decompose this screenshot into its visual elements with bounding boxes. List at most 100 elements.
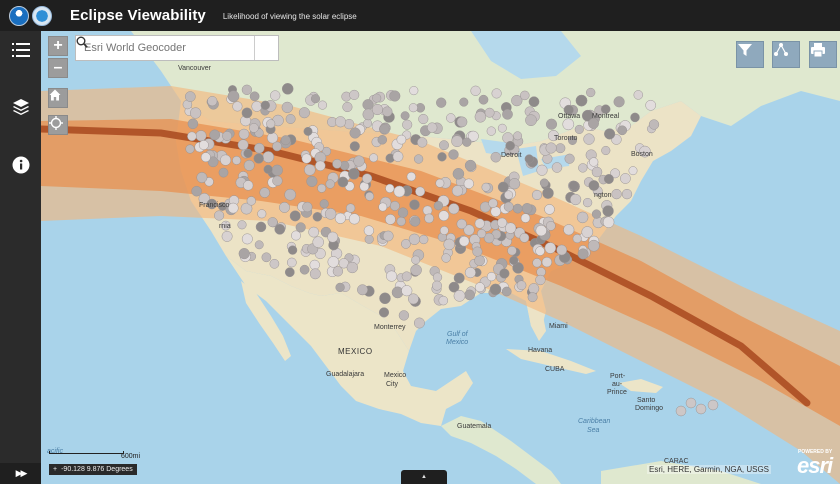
observation-point[interactable] (441, 253, 451, 263)
observation-point[interactable] (453, 289, 466, 302)
observation-point[interactable] (601, 145, 611, 156)
print-button[interactable] (809, 41, 837, 68)
observation-point[interactable] (604, 128, 616, 140)
observation-point[interactable] (261, 252, 272, 263)
home-button[interactable] (48, 88, 68, 108)
observation-point[interactable] (406, 171, 416, 182)
observation-point[interactable] (363, 225, 375, 236)
observation-point[interactable] (187, 118, 199, 130)
observation-point[interactable] (448, 203, 460, 215)
observation-point[interactable] (243, 180, 254, 191)
observation-point[interactable] (603, 174, 614, 184)
observation-point[interactable] (535, 274, 546, 286)
observation-point[interactable] (591, 166, 603, 178)
observation-point[interactable] (285, 114, 296, 124)
observation-point[interactable] (385, 214, 396, 225)
observation-point[interactable] (195, 130, 207, 142)
observation-point[interactable] (353, 155, 365, 167)
observation-point[interactable] (451, 135, 463, 148)
observation-point[interactable] (249, 123, 259, 133)
observation-point[interactable] (410, 264, 422, 276)
observation-point[interactable] (270, 90, 281, 101)
observation-point[interactable] (409, 199, 420, 210)
observation-point[interactable] (575, 94, 588, 107)
observation-point[interactable] (255, 221, 267, 233)
observation-point[interactable] (490, 206, 501, 217)
observation-point[interactable] (424, 213, 434, 224)
observation-point[interactable] (448, 149, 459, 160)
observation-point[interactable] (349, 89, 360, 100)
observation-point[interactable] (378, 202, 388, 212)
filter-button[interactable] (736, 41, 764, 68)
observation-point[interactable] (198, 140, 209, 150)
observation-point[interactable] (502, 108, 513, 120)
observation-point[interactable] (432, 272, 443, 282)
observation-point[interactable] (586, 87, 596, 98)
observation-point[interactable] (488, 198, 498, 209)
observation-point[interactable] (531, 189, 543, 201)
observation-point[interactable] (266, 119, 276, 129)
observation-point[interactable] (411, 255, 421, 265)
observation-point[interactable] (648, 119, 660, 130)
observation-point[interactable] (513, 131, 523, 141)
observation-point[interactable] (602, 216, 615, 228)
observation-point[interactable] (207, 96, 218, 107)
observation-point[interactable] (527, 292, 538, 303)
observation-point[interactable] (408, 233, 421, 245)
observation-point[interactable] (591, 209, 602, 219)
observation-point[interactable] (545, 142, 557, 154)
observation-point[interactable] (409, 86, 419, 96)
observation-point[interactable] (362, 99, 374, 111)
observation-point[interactable] (327, 256, 340, 268)
observation-point[interactable] (582, 197, 593, 208)
observation-point[interactable] (587, 239, 600, 252)
observation-point[interactable] (337, 176, 349, 188)
legend-button[interactable] (8, 37, 33, 62)
observation-point[interactable] (348, 213, 360, 225)
observation-point[interactable] (621, 188, 633, 200)
observation-point[interactable] (237, 220, 247, 230)
observation-point[interactable] (576, 211, 589, 224)
observation-point[interactable] (528, 283, 540, 295)
observation-point[interactable] (325, 179, 335, 189)
observation-point[interactable] (398, 310, 410, 321)
observation-point[interactable] (266, 132, 279, 144)
observation-point[interactable] (437, 152, 447, 162)
observation-point[interactable] (238, 248, 250, 260)
observation-point[interactable] (685, 397, 697, 409)
observation-point[interactable] (364, 234, 374, 244)
observation-point[interactable] (362, 173, 373, 184)
expand-panel-button[interactable]: ▶▶ (0, 463, 41, 484)
observation-point[interactable] (306, 175, 318, 187)
observation-point[interactable] (401, 271, 412, 282)
observation-point[interactable] (544, 204, 555, 215)
observation-point[interactable] (386, 270, 398, 282)
observation-point[interactable] (378, 307, 390, 318)
observation-point[interactable] (572, 234, 582, 244)
observation-point[interactable] (284, 267, 295, 278)
observation-point[interactable] (349, 127, 361, 139)
observation-point[interactable] (303, 126, 313, 136)
observation-point[interactable] (611, 188, 622, 200)
observation-point[interactable] (327, 231, 339, 243)
observation-point[interactable] (508, 178, 521, 190)
map-view[interactable]: Vancouver Ottawa Montreal Toronto Boston… (41, 31, 840, 484)
observation-point[interactable] (568, 180, 579, 191)
observation-point[interactable] (617, 125, 628, 136)
observation-point[interactable] (262, 151, 275, 163)
observation-point[interactable] (357, 284, 368, 296)
observation-point[interactable] (504, 190, 514, 200)
observation-point[interactable] (317, 100, 328, 110)
observation-point[interactable] (253, 153, 264, 164)
observation-point[interactable] (280, 135, 291, 146)
observation-point[interactable] (348, 168, 360, 180)
observation-point[interactable] (464, 289, 475, 301)
observation-point[interactable] (227, 202, 239, 214)
observation-point[interactable] (191, 185, 202, 197)
locate-button[interactable] (48, 115, 68, 135)
observation-point[interactable] (545, 118, 558, 130)
observation-point[interactable] (474, 218, 485, 229)
observation-point[interactable] (369, 153, 379, 163)
zoom-out-button[interactable]: – (48, 58, 68, 78)
observation-point[interactable] (497, 123, 507, 133)
